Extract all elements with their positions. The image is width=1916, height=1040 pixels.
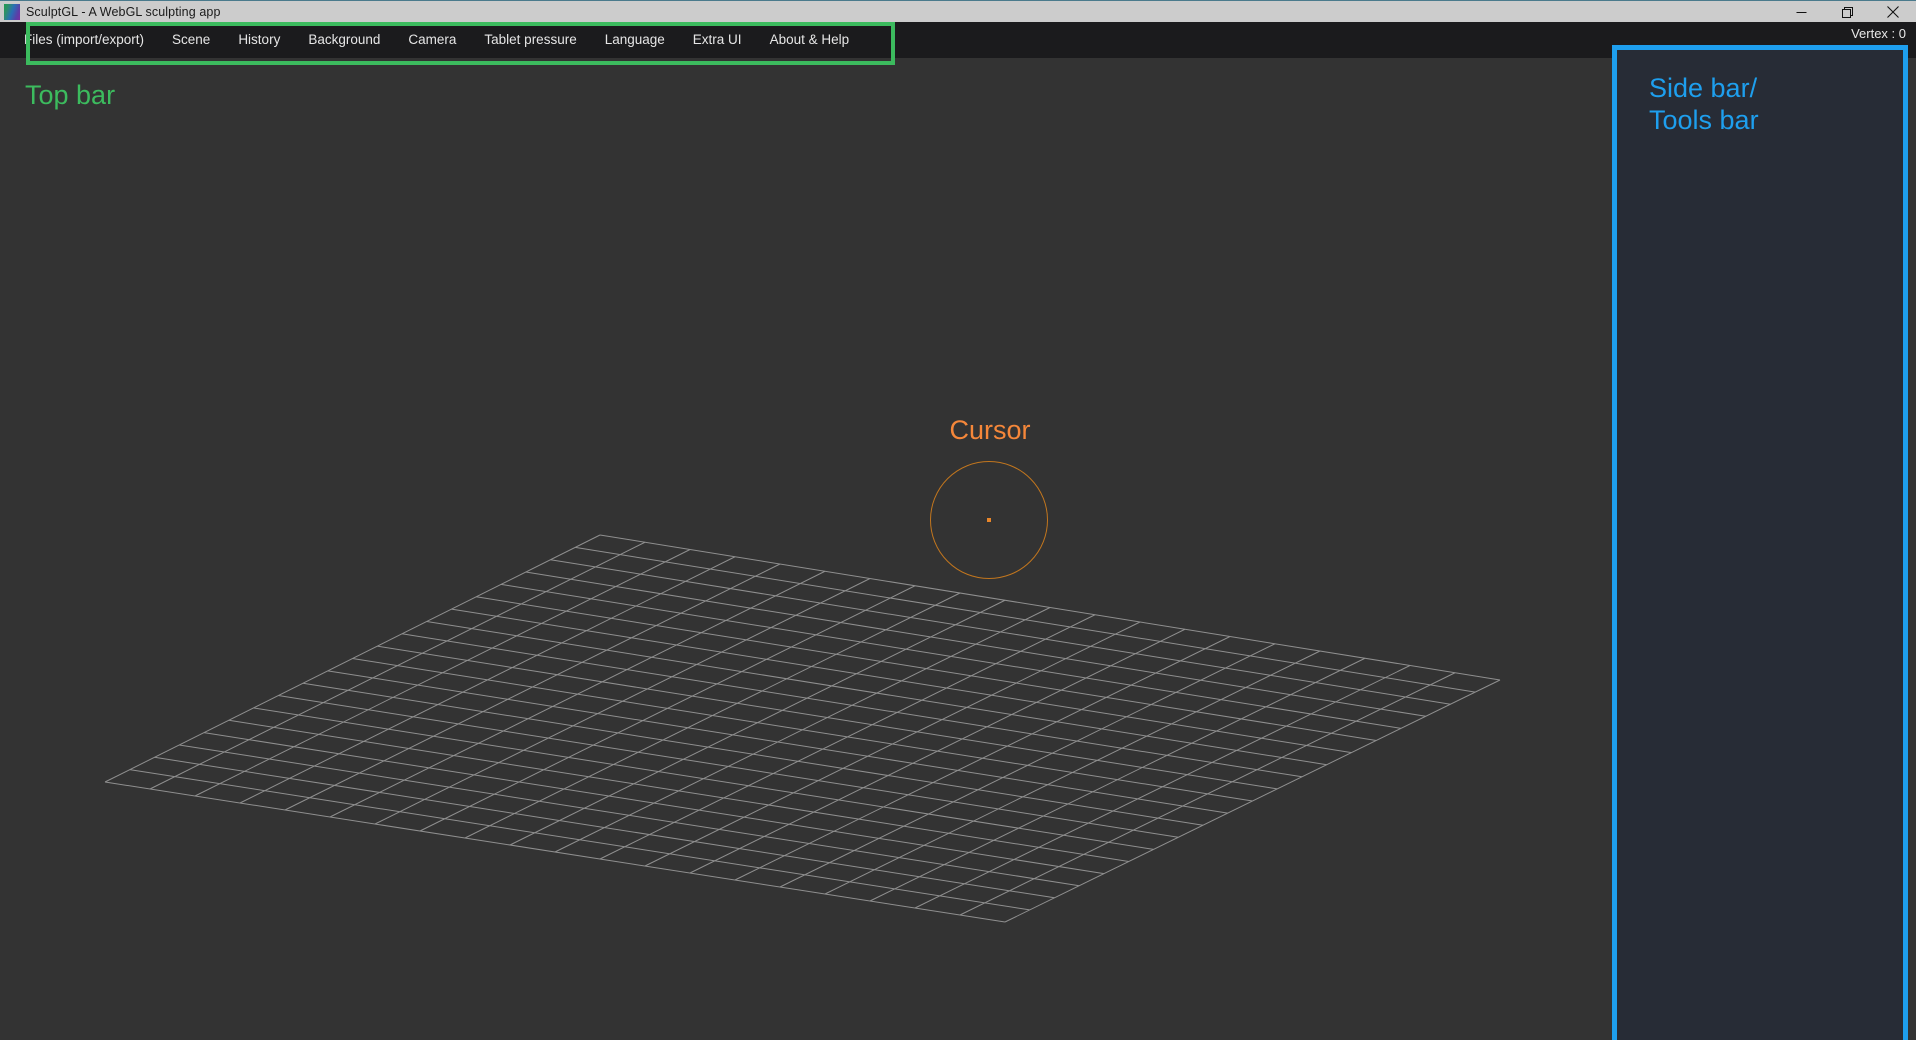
close-button[interactable] (1870, 1, 1916, 23)
maximize-button[interactable] (1824, 1, 1870, 23)
menu-item-history[interactable]: History (224, 22, 294, 58)
window-titlebar: SculptGL - A WebGL sculpting app (0, 0, 1916, 22)
minimize-button[interactable] (1778, 1, 1824, 23)
menu-item-about-help[interactable]: About & Help (756, 22, 864, 58)
sidebar-tools-bar[interactable]: Side bar/ Tools bar (1612, 45, 1908, 1040)
menu-item-camera[interactable]: Camera (394, 22, 470, 58)
annotation-topbar-label: Top bar (25, 80, 116, 110)
window-title: SculptGL - A WebGL sculpting app (26, 4, 221, 19)
menu-item-background[interactable]: Background (294, 22, 394, 58)
window-controls (1778, 1, 1916, 23)
app-icon (4, 3, 20, 20)
minimize-icon (1796, 11, 1806, 13)
restore-icon (1841, 6, 1853, 18)
menu-item-files[interactable]: Files (import/export) (10, 22, 158, 58)
menu-item-tablet-pressure[interactable]: Tablet pressure (470, 22, 590, 58)
menu-item-language[interactable]: Language (591, 22, 679, 58)
vertex-count: Vertex : 0 (1851, 26, 1906, 41)
app-root: Files (import/export) Scene History Back… (0, 22, 1916, 1040)
menu-item-extra-ui[interactable]: Extra UI (679, 22, 756, 58)
close-icon (1887, 6, 1899, 18)
menu-item-scene[interactable]: Scene (158, 22, 224, 58)
annotation-sidebar-label: Side bar/ Tools bar (1649, 73, 1759, 135)
